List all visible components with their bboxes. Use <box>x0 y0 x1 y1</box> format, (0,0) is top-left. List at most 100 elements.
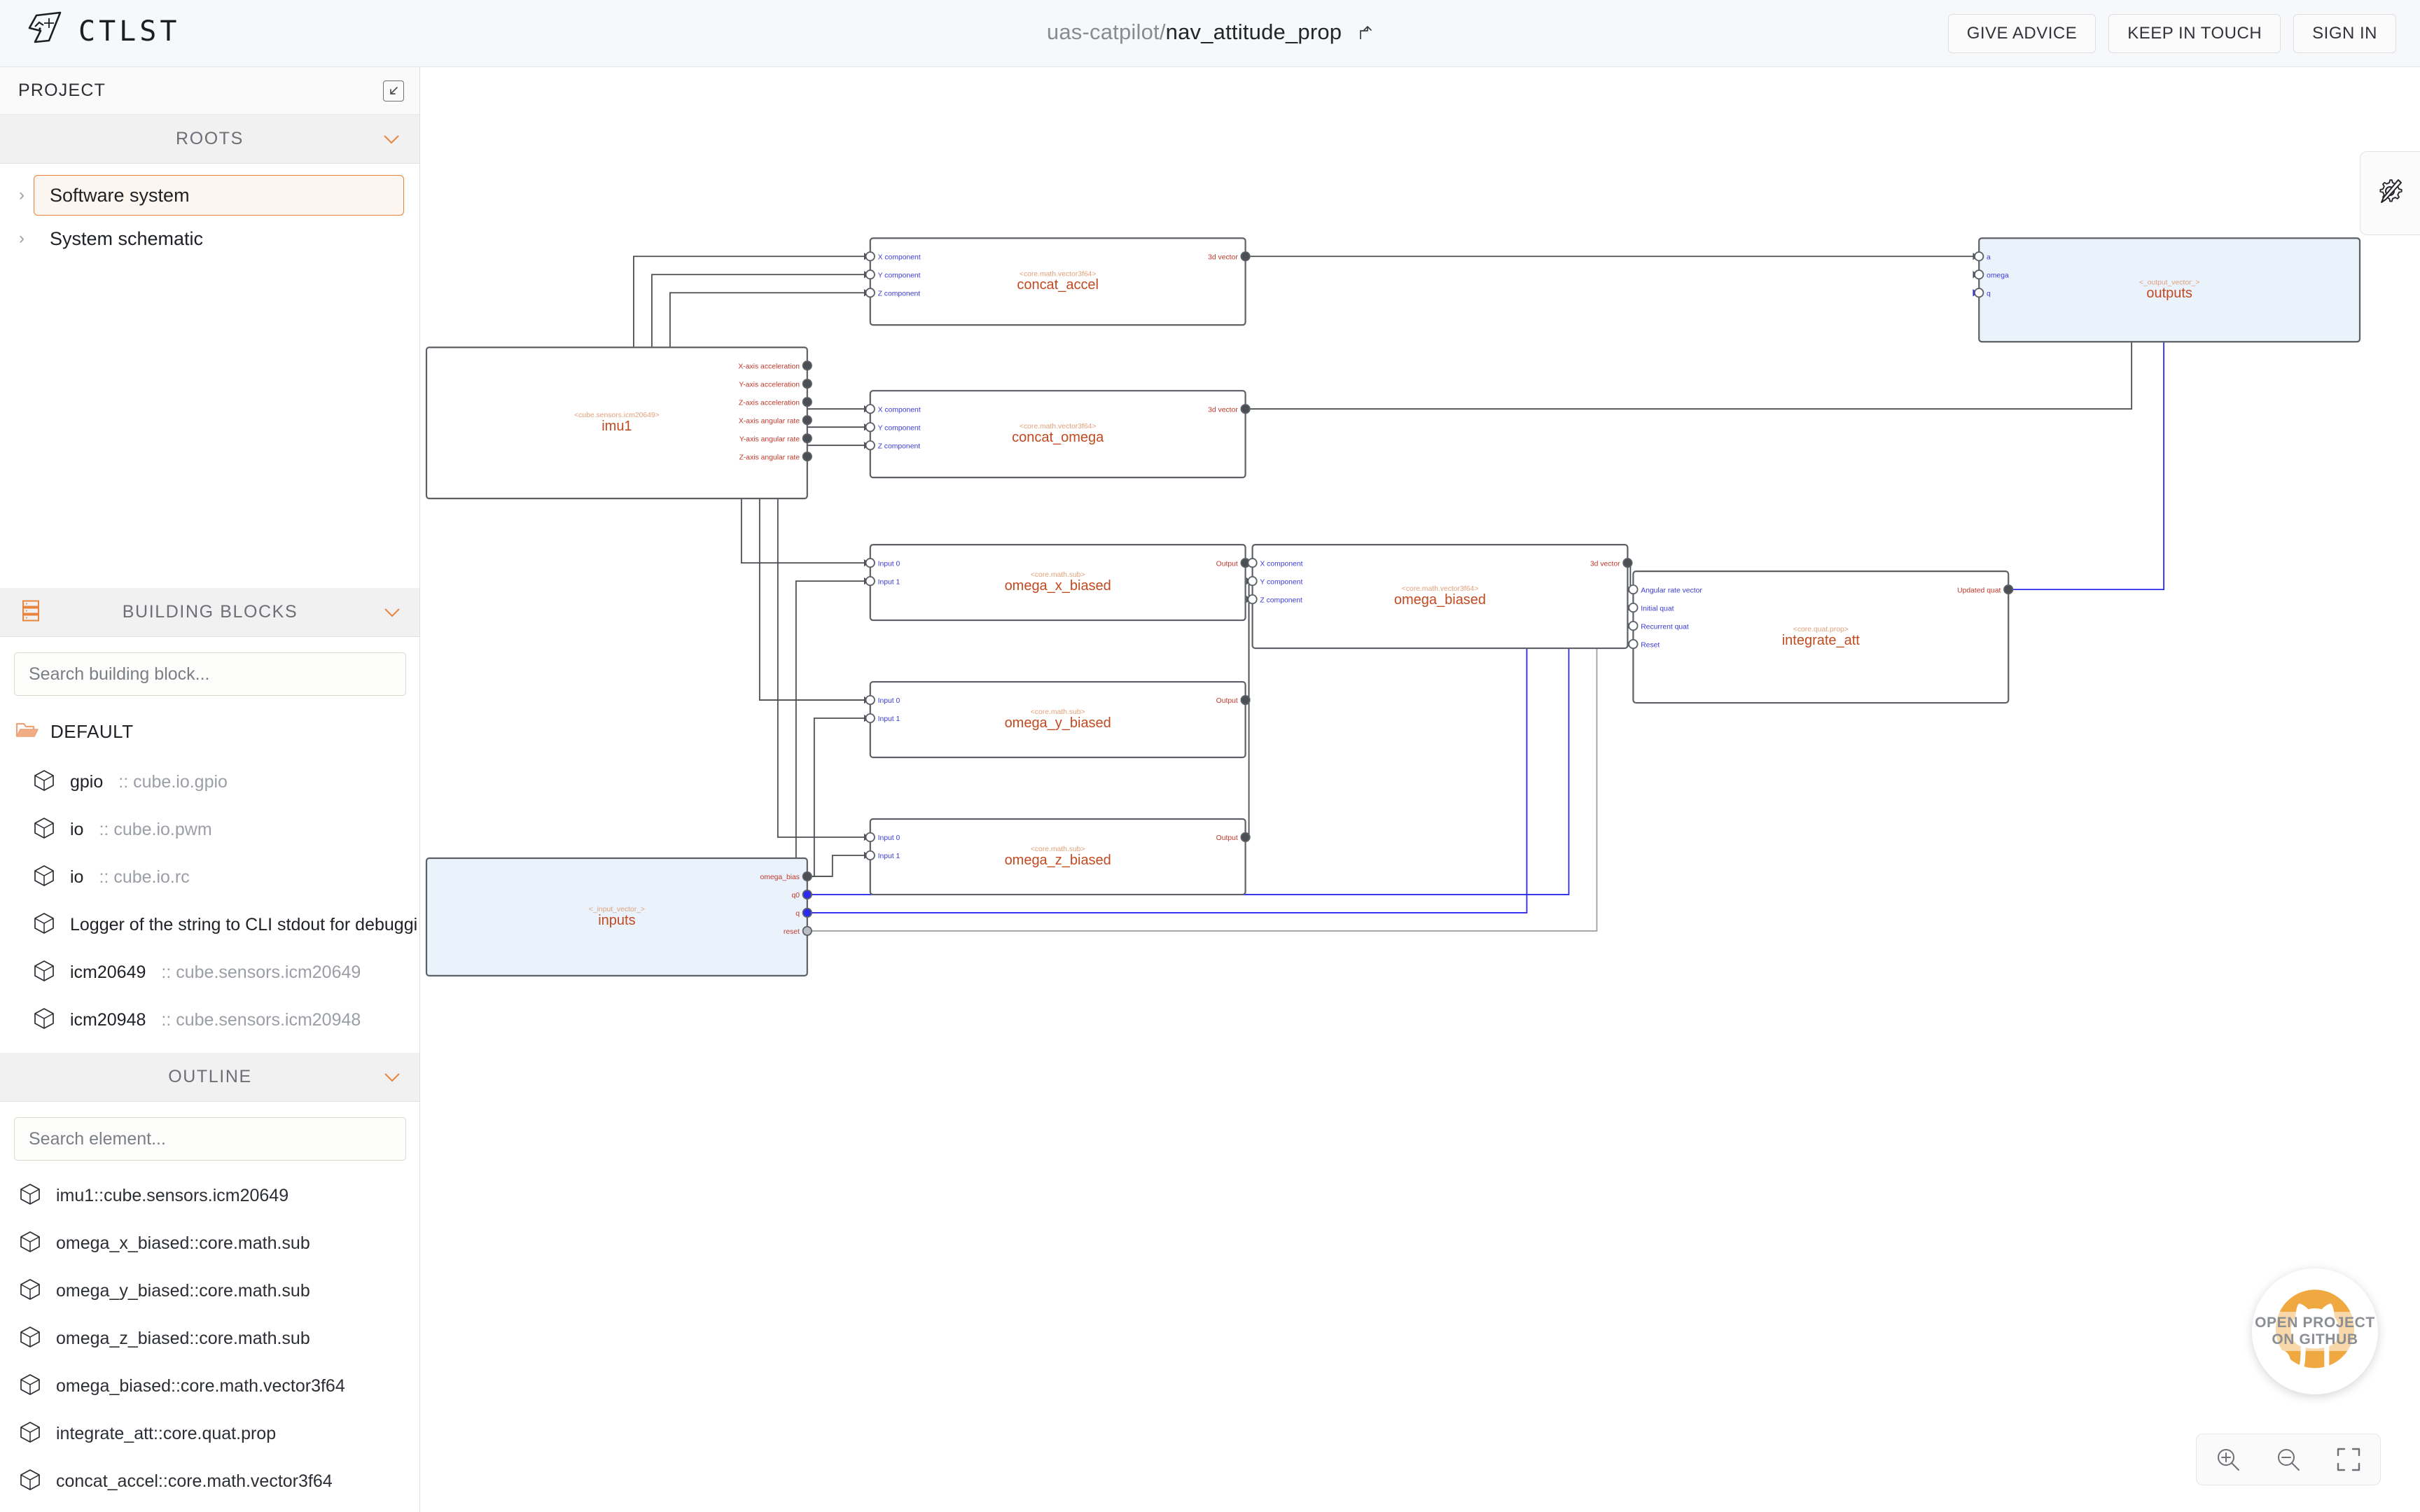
building-block-name: io <box>70 867 83 888</box>
node-output-label: 3d vector <box>1208 253 1238 261</box>
outline-section-header[interactable]: OUTLINE <box>0 1053 420 1102</box>
outline-item[interactable]: concat_accel::core.math.vector3f64 <box>0 1457 420 1505</box>
building-block-item[interactable]: gpio :: cube.io.gpio <box>0 758 420 806</box>
building-blocks-section-title: BUILDING BLOCKS <box>123 602 298 622</box>
cube-icon <box>34 912 55 938</box>
zoom-in-button[interactable] <box>2212 1443 2244 1476</box>
outline-list: imu1::cube.sensors.icm20649 omega_x_bias… <box>0 1168 420 1512</box>
node-input-label: omega <box>1987 272 2009 279</box>
building-block-name: gpio <box>70 772 103 792</box>
roots-list: › Software system › System schematic <box>0 164 419 267</box>
outline-item[interactable]: omega_z_biased::core.math.sub <box>0 1315 420 1362</box>
node-output-label: Z-axis acceleration <box>739 399 800 407</box>
building-block-item[interactable]: Logger of the string to CLI stdout for d… <box>0 901 420 948</box>
node-output-label: X-axis acceleration <box>738 363 800 370</box>
node-input-label: Initial quat <box>1641 605 1674 612</box>
chevron-down-icon[interactable] <box>382 603 402 622</box>
keep-in-touch-button[interactable]: KEEP IN TOUCH <box>2108 14 2281 53</box>
graph-node-inputs[interactable]: <_input_vector_>inputsomega_biasq0qreset <box>426 858 812 976</box>
graph-node-concat_accel[interactable]: <core.math.vector3f64>concat_accelX comp… <box>866 238 1250 325</box>
graph-node-omega_biased[interactable]: <core.math.vector3f64>omega_biasedX comp… <box>1248 545 1632 648</box>
node-output-label: q <box>795 910 800 918</box>
schematic-graph[interactable]: <cube.sensors.icm20649>imu1X-axis accele… <box>421 67 2420 1512</box>
project-panel-title: PROJECT <box>18 80 106 101</box>
graph-node-outputs[interactable]: <_output_vector_>outputsaomegaq <box>1975 238 2360 342</box>
building-blocks-panel: BUILDING BLOCKS DEFAULT gpio :: cube.io.… <box>0 588 420 1044</box>
sign-in-button[interactable]: SIGN IN <box>2293 14 2396 53</box>
graph-node-imu1[interactable]: <cube.sensors.icm20649>imu1X-axis accele… <box>426 347 812 498</box>
node-output-label: X-axis angular rate <box>739 417 800 425</box>
graph-node-integrate_att[interactable]: <core.quat.prop>integrate_attAngular rat… <box>1629 571 2012 703</box>
building-block-name: icm20649 <box>70 962 146 983</box>
roots-section-header[interactable]: ROOTS <box>0 115 419 164</box>
cube-icon <box>20 1421 41 1447</box>
collapse-panel-icon[interactable] <box>383 80 404 102</box>
search-element-input[interactable] <box>14 1117 406 1161</box>
sidebar: PROJECT ROOTS › Software system › System… <box>0 67 420 1512</box>
building-block-item[interactable]: icm20948 :: cube.sensors.icm20948 <box>0 996 420 1044</box>
building-blocks-list: gpio :: cube.io.gpio io :: cube.io.pwm i… <box>0 754 420 1044</box>
node-input-label: X component <box>878 406 921 414</box>
outline-search-wrap <box>0 1102 420 1168</box>
node-title: omega_x_biased <box>1005 578 1111 594</box>
open-project-on-github-badge[interactable]: OPEN PROJECT ON GITHUB <box>2252 1268 2378 1394</box>
graph-node-concat_omega[interactable]: <core.math.vector3f64>concat_omegaX comp… <box>866 391 1250 477</box>
root-item-system-schematic[interactable]: › System schematic <box>0 217 419 260</box>
building-block-item[interactable]: icm20649 :: cube.sensors.icm20649 <box>0 948 420 996</box>
schematic-canvas[interactable]: <cube.sensors.icm20649>imu1X-axis accele… <box>421 67 2420 1512</box>
node-input-label: Reset <box>1641 641 1660 649</box>
outline-panel: OUTLINE imu1::cube.sensors.icm20649 omeg… <box>0 1053 420 1512</box>
building-blocks-folder-default[interactable]: DEFAULT <box>0 703 420 754</box>
breadcrumb-org[interactable]: uas-catpilot <box>1047 20 1160 44</box>
outline-item-label: omega_x_biased::core.math.sub <box>56 1233 310 1254</box>
outline-item[interactable]: omega_y_biased::core.math.sub <box>0 1267 420 1315</box>
node-title: inputs <box>598 913 635 928</box>
outline-item[interactable]: concat_omega::core.math.vector3f64 <box>0 1505 420 1512</box>
chevron-right-icon[interactable]: › <box>10 229 34 248</box>
github-badge-label: OPEN PROJECT ON GITHUB <box>2252 1312 2378 1352</box>
tools-flyout-tab[interactable] <box>2360 151 2420 235</box>
outline-item-label: imu1::cube.sensors.icm20649 <box>56 1186 288 1206</box>
root-label[interactable]: System schematic <box>34 218 404 259</box>
root-label[interactable]: Software system <box>34 175 404 216</box>
outline-item-label: omega_z_biased::core.math.sub <box>56 1329 310 1349</box>
building-block-name: io <box>70 820 83 840</box>
node-title: omega_biased <box>1394 592 1486 608</box>
chevron-down-icon[interactable] <box>382 130 401 148</box>
search-building-block-input[interactable] <box>14 652 406 696</box>
node-input-label: Y component <box>878 424 921 432</box>
node-title: omega_y_biased <box>1005 715 1111 731</box>
cube-icon <box>34 1007 55 1033</box>
node-input-label: Z component <box>1260 596 1302 604</box>
breadcrumb-project[interactable]: nav_attitude_prop <box>1166 20 1342 44</box>
give-advice-button[interactable]: GIVE ADVICE <box>1948 14 2096 53</box>
node-input-label: Z component <box>878 290 921 298</box>
cube-icon <box>34 769 55 795</box>
node-title: imu1 <box>601 419 632 434</box>
node-input-label: Input 1 <box>878 715 900 723</box>
external-link-icon[interactable] <box>1358 21 1373 46</box>
outline-item[interactable]: omega_x_biased::core.math.sub <box>0 1219 420 1267</box>
building-block-name: Logger of the string to CLI stdout for d… <box>70 915 417 935</box>
graph-node-omega_z_biased[interactable]: <core.math.sub>omega_z_biasedInput 0Inpu… <box>866 819 1250 895</box>
chevron-right-icon[interactable]: › <box>10 186 34 205</box>
cube-icon <box>20 1183 41 1209</box>
outline-section-title: OUTLINE <box>168 1067 252 1087</box>
building-block-path: :: cube.sensors.icm20948 <box>161 1010 361 1030</box>
cube-icon <box>34 864 55 890</box>
graph-node-omega_x_biased[interactable]: <core.math.sub>omega_x_biasedInput 0Inpu… <box>866 545 1250 620</box>
fit-to-screen-button[interactable] <box>2332 1443 2365 1476</box>
node-input-label: X component <box>878 253 921 261</box>
outline-item[interactable]: imu1::cube.sensors.icm20649 <box>0 1172 420 1219</box>
root-item-software-system[interactable]: › Software system <box>0 174 419 217</box>
zoom-out-button[interactable] <box>2272 1443 2304 1476</box>
outline-item[interactable]: omega_biased::core.math.vector3f64 <box>0 1362 420 1410</box>
outline-item[interactable]: integrate_att::core.quat.prop <box>0 1410 420 1457</box>
chevron-down-icon[interactable] <box>382 1068 402 1086</box>
graph-node-omega_y_biased[interactable]: <core.math.sub>omega_y_biasedInput 0Inpu… <box>866 682 1250 757</box>
building-blocks-section-header[interactable]: BUILDING BLOCKS <box>0 588 420 637</box>
folder-label: DEFAULT <box>50 721 134 743</box>
building-block-item[interactable]: io :: cube.io.pwm <box>0 806 420 853</box>
building-block-item[interactable]: io :: cube.io.rc <box>0 853 420 901</box>
node-output-label: Output <box>1216 560 1238 568</box>
